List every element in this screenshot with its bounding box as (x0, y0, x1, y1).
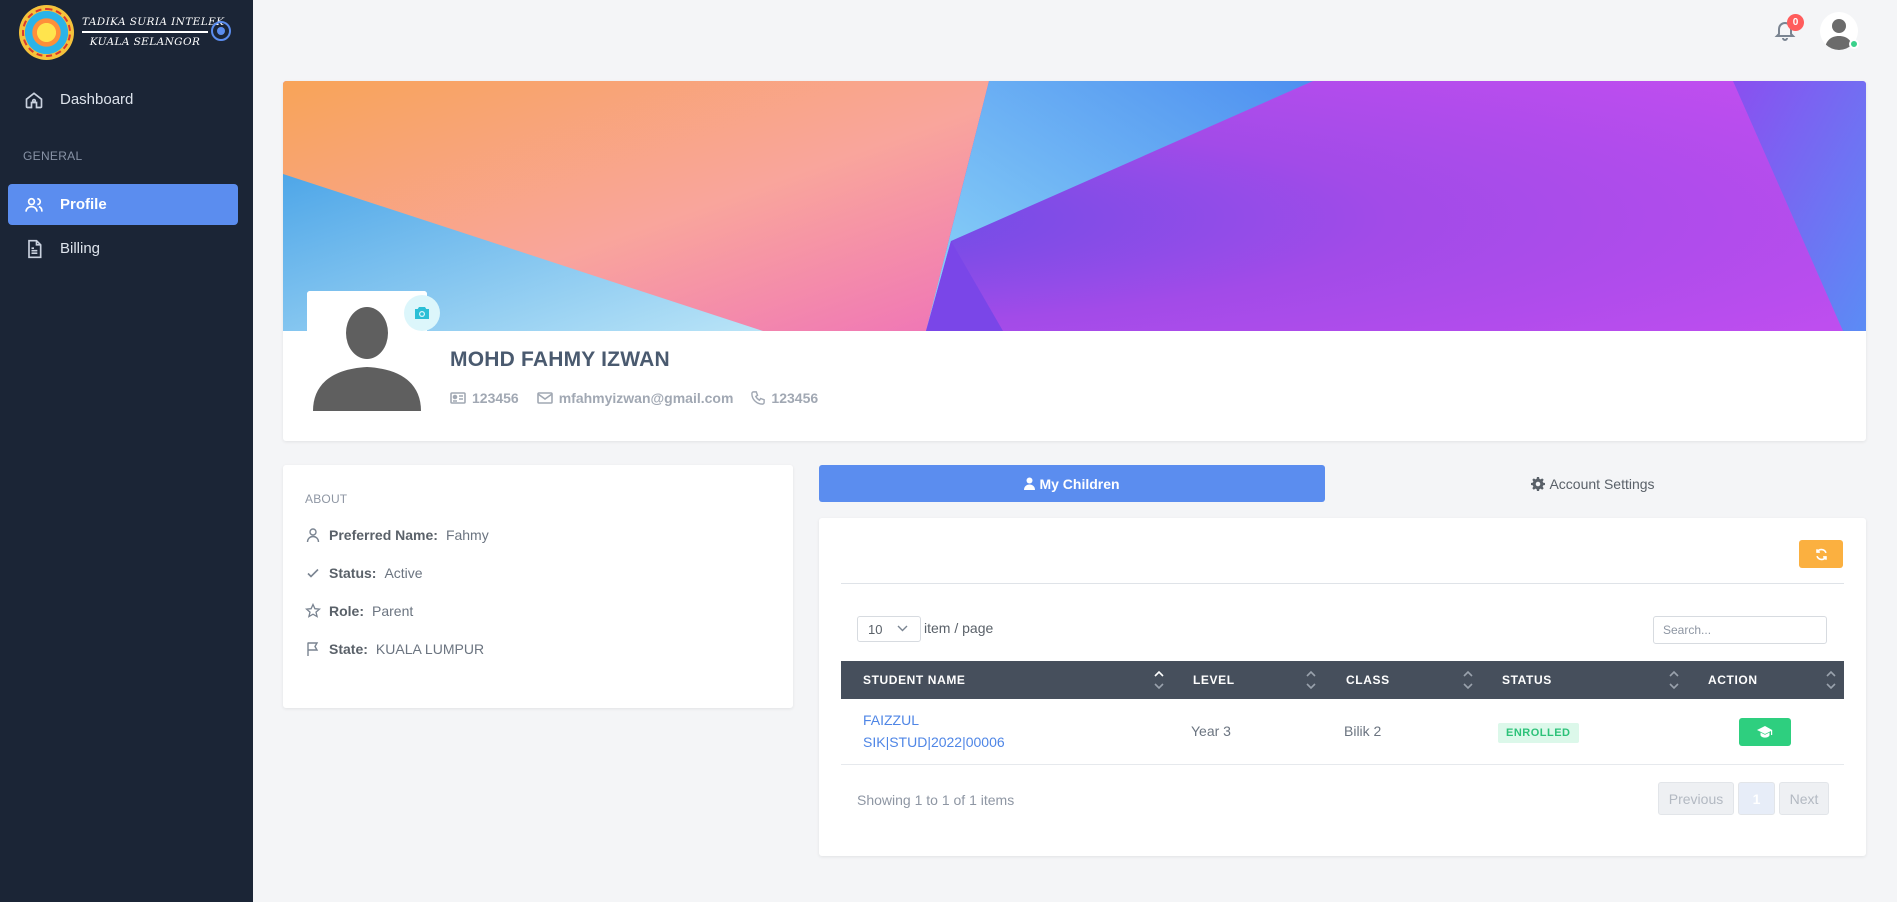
home-icon (25, 91, 43, 108)
brand-location: KUALA SELANGOR (89, 36, 201, 48)
status-badge: ENROLLED (1498, 723, 1579, 743)
refresh-icon (1815, 548, 1827, 560)
sidebar-item-label: Dashboard (60, 91, 134, 108)
profile-phone: 123456 (771, 390, 819, 406)
profile-id-number: 123456 (472, 390, 519, 406)
student-level: Year 3 (1191, 723, 1231, 739)
pagination-next-button[interactable]: Next (1779, 782, 1829, 815)
refresh-button[interactable] (1799, 540, 1843, 568)
column-header-status[interactable]: STATUS (1502, 661, 1552, 699)
table-row: FAIZZUL SIK|STUD|2022|00006 Year 3 Bilik… (841, 699, 1844, 765)
flag-icon (307, 642, 319, 656)
school-logo (19, 4, 74, 60)
sort-icon[interactable] (1463, 669, 1473, 691)
brand-divider (82, 31, 208, 33)
graduation-cap-icon (1757, 726, 1773, 738)
sidebar-section-label: GENERAL (23, 149, 83, 163)
column-header-action[interactable]: ACTION (1708, 661, 1758, 699)
online-status-indicator (1849, 39, 1859, 49)
student-id[interactable]: SIK|STUD|2022|00006 (863, 731, 1005, 753)
tab-label: Account Settings (1549, 475, 1655, 492)
id-card-icon (450, 392, 466, 404)
sidebar-item-profile[interactable]: Profile (8, 184, 238, 225)
star-icon (305, 603, 321, 618)
sort-icon[interactable] (1669, 669, 1679, 691)
about-label: Preferred Name: (329, 527, 438, 543)
divider (841, 583, 1844, 584)
tab-my-children[interactable]: My Children (819, 465, 1325, 502)
about-value: Fahmy (445, 527, 489, 543)
check-icon (307, 568, 319, 578)
sidebar-toggle-icon[interactable] (211, 21, 231, 41)
gear-icon (1531, 476, 1546, 491)
student-class: Bilik 2 (1344, 723, 1382, 739)
sidebar: TADIKA SURIA INTELEK KUALA SELANGOR Dash… (0, 0, 253, 902)
pagination-previous-button[interactable]: Previous (1658, 782, 1734, 815)
children-table-card: 10 item / page STUDENT NAME LEVEL CLASS … (819, 518, 1866, 856)
cover-image (283, 81, 1866, 331)
sidebar-item-label: Profile (60, 196, 107, 213)
sidebar-item-billing[interactable]: Billing (8, 228, 238, 269)
chevron-down-icon (897, 625, 908, 632)
about-status: Status: Active (305, 565, 423, 581)
users-icon (25, 197, 43, 212)
about-value: Active (384, 565, 423, 581)
tab-label: My Children (1039, 475, 1120, 492)
table-header: STUDENT NAME LEVEL CLASS STATUS ACTION (841, 661, 1844, 699)
about-preferred-name: Preferred Name: Fahmy (305, 527, 489, 543)
profile-header-card: MOHD FAHMY IZWAN 123456 mfahmyizwan@gmai… (283, 81, 1866, 441)
table-search-input[interactable] (1653, 616, 1827, 644)
pagination-summary: Showing 1 to 1 of 1 items (857, 792, 1015, 808)
about-state: State: KUALA LUMPUR (305, 641, 484, 657)
profile-name: MOHD FAHMY IZWAN (450, 348, 670, 371)
items-per-page-select[interactable]: 10 (857, 616, 921, 642)
sidebar-item-label: Billing (60, 240, 101, 257)
about-label: Role: (329, 603, 364, 619)
about-label: State: (329, 641, 368, 657)
sort-icon[interactable] (1306, 669, 1316, 691)
phone-icon (751, 391, 766, 405)
profile-meta: 123456 mfahmyizwan@gmail.com 123456 (450, 390, 836, 406)
about-value: KUALA LUMPUR (375, 641, 485, 657)
tab-account-settings[interactable]: Account Settings (1340, 465, 1846, 502)
sort-icon[interactable] (1826, 669, 1836, 691)
about-role: Role: Parent (305, 603, 413, 619)
student-name-link[interactable]: FAIZZUL SIK|STUD|2022|00006 (863, 709, 1005, 753)
camera-icon (415, 307, 429, 319)
envelope-icon (536, 392, 553, 404)
about-label: Status: (329, 565, 377, 581)
student-name[interactable]: FAIZZUL (863, 709, 1005, 731)
column-header-class[interactable]: CLASS (1346, 661, 1390, 699)
user-icon (306, 528, 320, 543)
about-title: ABOUT (305, 492, 348, 506)
profile-email: mfahmyizwan@gmail.com (558, 390, 734, 406)
document-icon (28, 239, 42, 258)
items-per-page-value: 10 (868, 621, 883, 637)
items-per-page-label: item / page (924, 620, 994, 636)
change-photo-button[interactable] (404, 295, 440, 331)
notification-count-badge: 0 (1787, 14, 1804, 31)
brand-name: TADIKA SURIA INTELEK (82, 16, 225, 28)
student-action-button[interactable] (1739, 718, 1791, 746)
pagination-page-1[interactable]: 1 (1738, 782, 1775, 815)
sort-icon[interactable] (1154, 669, 1164, 691)
user-icon (1024, 477, 1036, 490)
brand[interactable]: TADIKA SURIA INTELEK KUALA SELANGOR (19, 4, 225, 60)
about-value: Parent (372, 603, 414, 619)
column-header-student-name[interactable]: STUDENT NAME (863, 661, 966, 699)
sidebar-item-dashboard[interactable]: Dashboard (8, 79, 238, 120)
column-header-level[interactable]: LEVEL (1193, 661, 1235, 699)
about-card: ABOUT Preferred Name: Fahmy Status: Acti… (283, 465, 793, 708)
